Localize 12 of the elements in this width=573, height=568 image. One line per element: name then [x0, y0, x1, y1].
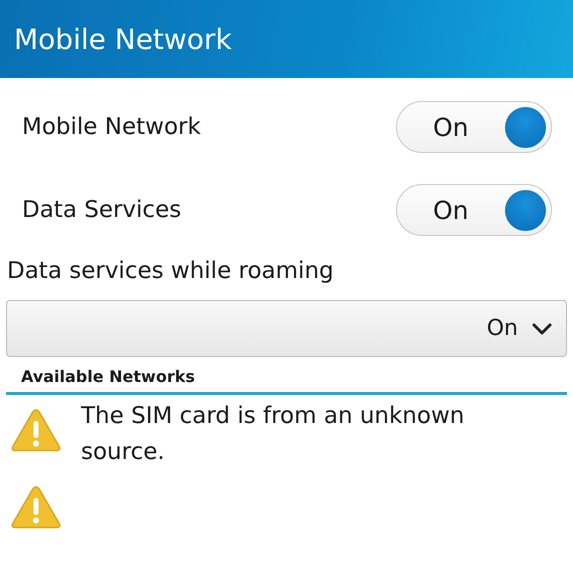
toggle-switch[interactable]: On [396, 101, 552, 153]
chevron-icon [532, 322, 552, 334]
warning-icon [10, 407, 62, 453]
setting-label: Data Services [22, 197, 182, 223]
dropdown[interactable]: On [6, 300, 567, 357]
warning-message: The SIM card is from an unknown source. [81, 402, 466, 467]
section-heading: Available Networks [21, 367, 195, 386]
screen-title: Mobile Network [14, 22, 232, 56]
setting-label: Mobile Network [22, 114, 201, 140]
toggle-switch[interactable]: On [396, 184, 552, 236]
warning-icon [10, 484, 62, 530]
setting-label: Data services while roaming [7, 258, 335, 284]
